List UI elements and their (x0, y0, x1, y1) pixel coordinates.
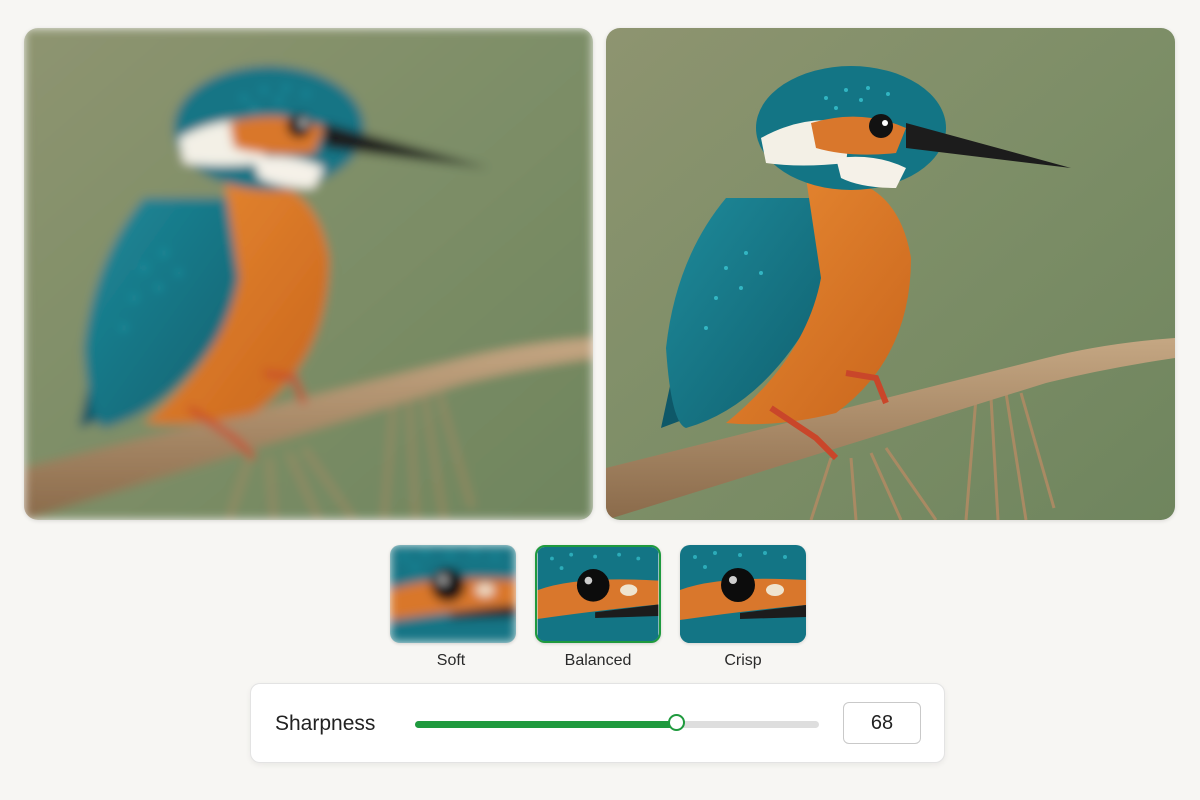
eye-closeup-balanced-image (537, 547, 659, 641)
preset-soft-thumbnail[interactable] (390, 545, 516, 643)
sharpness-slider-handle[interactable] (667, 714, 685, 731)
before-photo (24, 28, 593, 520)
kingfisher-sharpened-image (606, 28, 1175, 520)
eye-closeup-crisp-image (680, 545, 806, 643)
eye-closeup-soft-image (390, 545, 516, 643)
preset-crisp-thumbnail[interactable] (680, 545, 806, 643)
after-photo (606, 28, 1175, 520)
preset-soft-label[interactable]: Soft (388, 652, 514, 670)
sharpness-slider[interactable] (415, 714, 819, 731)
preset-crisp-label[interactable]: Crisp (680, 652, 806, 670)
sharpness-value-input[interactable] (843, 702, 921, 744)
sharpness-panel: Sharpness (250, 683, 945, 763)
kingfisher-blurred-image (24, 28, 593, 520)
sharpness-slider-fill (415, 721, 677, 728)
preset-balanced-label[interactable]: Balanced (535, 652, 661, 670)
preset-balanced-thumbnail[interactable] (535, 545, 661, 643)
sharpness-label: Sharpness (275, 712, 376, 735)
